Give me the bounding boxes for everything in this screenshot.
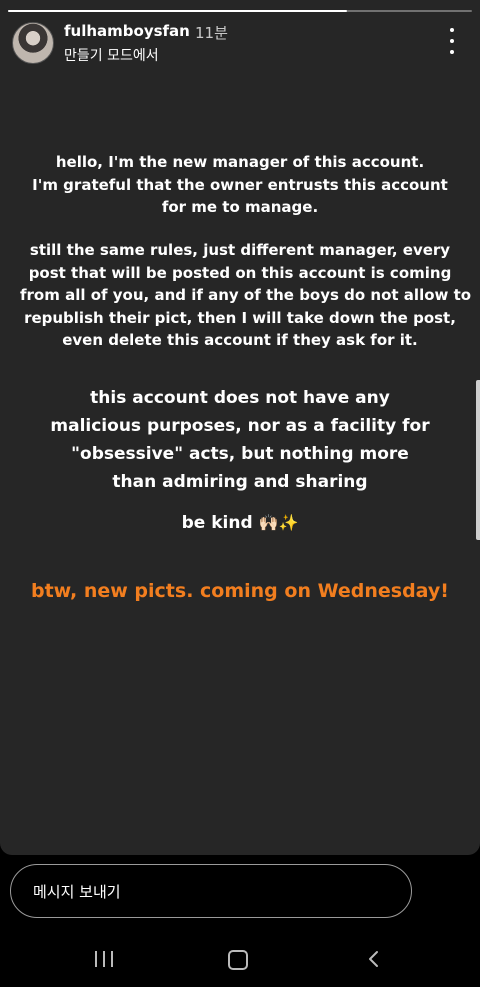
more-options-icon[interactable] bbox=[440, 28, 464, 54]
story-progress-bar bbox=[8, 10, 472, 12]
rules-line: republish their pict, then I will take d… bbox=[24, 308, 456, 327]
story-timestamp: 11분 bbox=[195, 24, 228, 42]
avatar[interactable] bbox=[12, 22, 54, 64]
intro-line: hello, I'm the new manager of this accou… bbox=[55, 153, 425, 171]
recent-apps-icon[interactable] bbox=[95, 951, 113, 967]
username[interactable]: fulhamboysfan bbox=[64, 22, 190, 40]
rules-line: from all of you, and if any of the boys … bbox=[20, 286, 472, 304]
raised-hands-sparkles-icon: 🙌🏻✨ bbox=[258, 513, 299, 532]
intro-line: for me to manage. bbox=[161, 198, 319, 216]
story-progress-fill bbox=[8, 10, 347, 12]
intro-line: I'm grateful that the owner entrusts thi… bbox=[32, 175, 448, 194]
purpose-line: malicious purposes, nor as a facility fo… bbox=[50, 416, 430, 436]
purpose-paragraph: this account does not have any malicious… bbox=[20, 384, 460, 496]
back-icon[interactable] bbox=[364, 949, 384, 969]
intro-paragraph: hello, I'm the new manager of this accou… bbox=[20, 151, 460, 219]
rules-line: even delete this account if they ask for… bbox=[62, 331, 418, 349]
closing-text: be kind bbox=[181, 513, 253, 533]
rules-line: post that will be posted on this account… bbox=[28, 263, 452, 282]
purpose-line: this account does not have any bbox=[90, 388, 390, 408]
story-subtitle: 만들기 모드에서 bbox=[64, 48, 159, 64]
rules-paragraph: still the same rules, just different man… bbox=[20, 239, 472, 352]
scroll-handle[interactable] bbox=[476, 380, 480, 540]
purpose-line: than admiring and sharing bbox=[112, 472, 368, 492]
announcement-text: btw, new picts. coming on Wednesday! bbox=[31, 580, 449, 602]
send-message-input[interactable]: 메시지 보내기 bbox=[10, 864, 412, 918]
purpose-line: "obsessive" acts, but nothing more bbox=[71, 444, 409, 464]
closing-line: be kind 🙌🏻✨ bbox=[20, 510, 460, 536]
system-navigation-bar bbox=[0, 930, 480, 987]
story-view[interactable]: fulhamboysfan 11분 만들기 모드에서 hello, I'm th… bbox=[0, 0, 480, 855]
send-message-placeholder: 메시지 보내기 bbox=[33, 883, 121, 901]
home-icon[interactable] bbox=[228, 950, 248, 970]
rules-line: still the same rules, just different man… bbox=[29, 241, 451, 259]
